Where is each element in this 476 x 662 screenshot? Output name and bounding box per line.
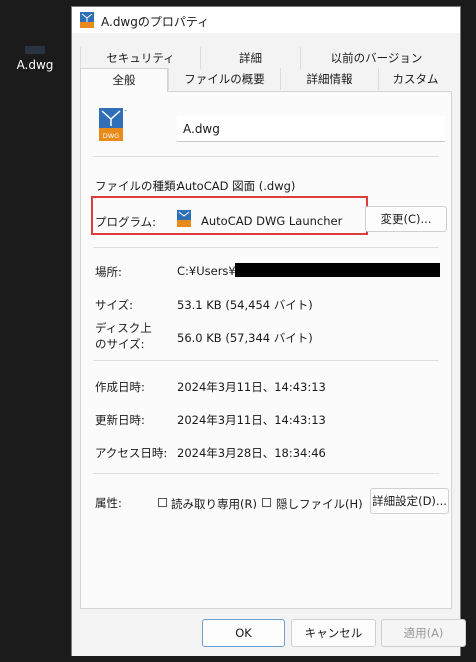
cancel-button[interactable]: キャンセル	[291, 619, 376, 647]
redacted-path	[235, 263, 440, 277]
created-label: 作成日時:	[95, 380, 145, 394]
size-value: 53.1 KB (54,454 バイト)	[177, 298, 313, 312]
location-label: 場所:	[95, 265, 122, 279]
tab-general[interactable]: 全般	[80, 68, 168, 92]
file-type-value: AutoCAD 図面 (.dwg)	[177, 179, 296, 193]
program-value: AutoCAD DWG Launcher	[201, 214, 343, 228]
tab-details[interactable]: 詳細	[200, 47, 300, 69]
location-value: C:¥Users¥	[177, 264, 236, 278]
change-program-button[interactable]: 変更(C)...	[365, 206, 447, 232]
disk-size-value: 56.0 KB (57,344 バイト)	[177, 331, 313, 345]
dwg-file-large-icon: DWG ™	[99, 108, 127, 141]
dwg-file-icon	[80, 12, 94, 28]
disk-size-label-line2: のサイズ:	[95, 337, 145, 351]
svg-text:DWG: DWG	[103, 132, 119, 140]
program-label: プログラム:	[95, 215, 157, 229]
modified-label: 更新日時:	[95, 413, 145, 427]
general-panel: DWG ™ ファイルの種類: AutoCAD 図面 (.dwg) プログラム: …	[80, 91, 452, 609]
file-name-input[interactable]	[177, 116, 445, 142]
divider	[93, 156, 439, 157]
hidden-label[interactable]: 隠しファイル(H)	[276, 496, 363, 512]
accessed-value: 2024年3月28日、18:34:46	[177, 446, 326, 460]
tab-custom[interactable]: カスタム	[378, 68, 452, 90]
disk-size-label-line1: ディスク上	[95, 321, 152, 335]
autocad-app-icon	[177, 210, 191, 227]
created-value: 2024年3月11日、14:43:13	[177, 380, 326, 394]
tab-summary[interactable]: ファイルの概要	[168, 68, 280, 90]
attributes-label: 属性:	[95, 496, 122, 510]
divider	[93, 473, 439, 474]
title-bar[interactable]: A.dwgのプロパティ	[72, 7, 460, 33]
modified-value: 2024年3月11日、14:43:13	[177, 413, 326, 427]
dialog-button-bar: OK キャンセル 適用(A)	[72, 611, 466, 656]
file-type-label: ファイルの種類:	[95, 179, 180, 193]
desktop-file-icon[interactable]: A.dwg	[12, 46, 58, 72]
file-thumbnail-icon	[25, 46, 45, 54]
hidden-checkbox[interactable]	[262, 498, 271, 507]
advanced-attributes-button[interactable]: 詳細設定(D)...	[370, 488, 449, 514]
svg-text:™: ™	[124, 109, 127, 114]
ok-button[interactable]: OK	[202, 619, 285, 647]
divider	[93, 247, 439, 248]
accessed-label: アクセス日時:	[95, 446, 168, 460]
desktop-file-label: A.dwg	[16, 58, 54, 72]
tab-detailed-info[interactable]: 詳細情報	[280, 68, 378, 90]
readonly-checkbox[interactable]	[158, 498, 167, 507]
tab-previous-versions[interactable]: 以前のバージョン	[300, 47, 452, 69]
size-label: サイズ:	[95, 298, 134, 312]
readonly-label[interactable]: 読み取り専用(R)	[171, 496, 257, 512]
properties-dialog: A.dwgのプロパティ セキュリティ 詳細 以前のバージョン ファイルの概要 詳…	[71, 6, 466, 656]
window-title: A.dwgのプロパティ	[101, 15, 210, 29]
divider	[93, 360, 439, 361]
tab-security[interactable]: セキュリティ	[80, 47, 200, 69]
apply-button[interactable]: 適用(A)	[381, 619, 466, 647]
